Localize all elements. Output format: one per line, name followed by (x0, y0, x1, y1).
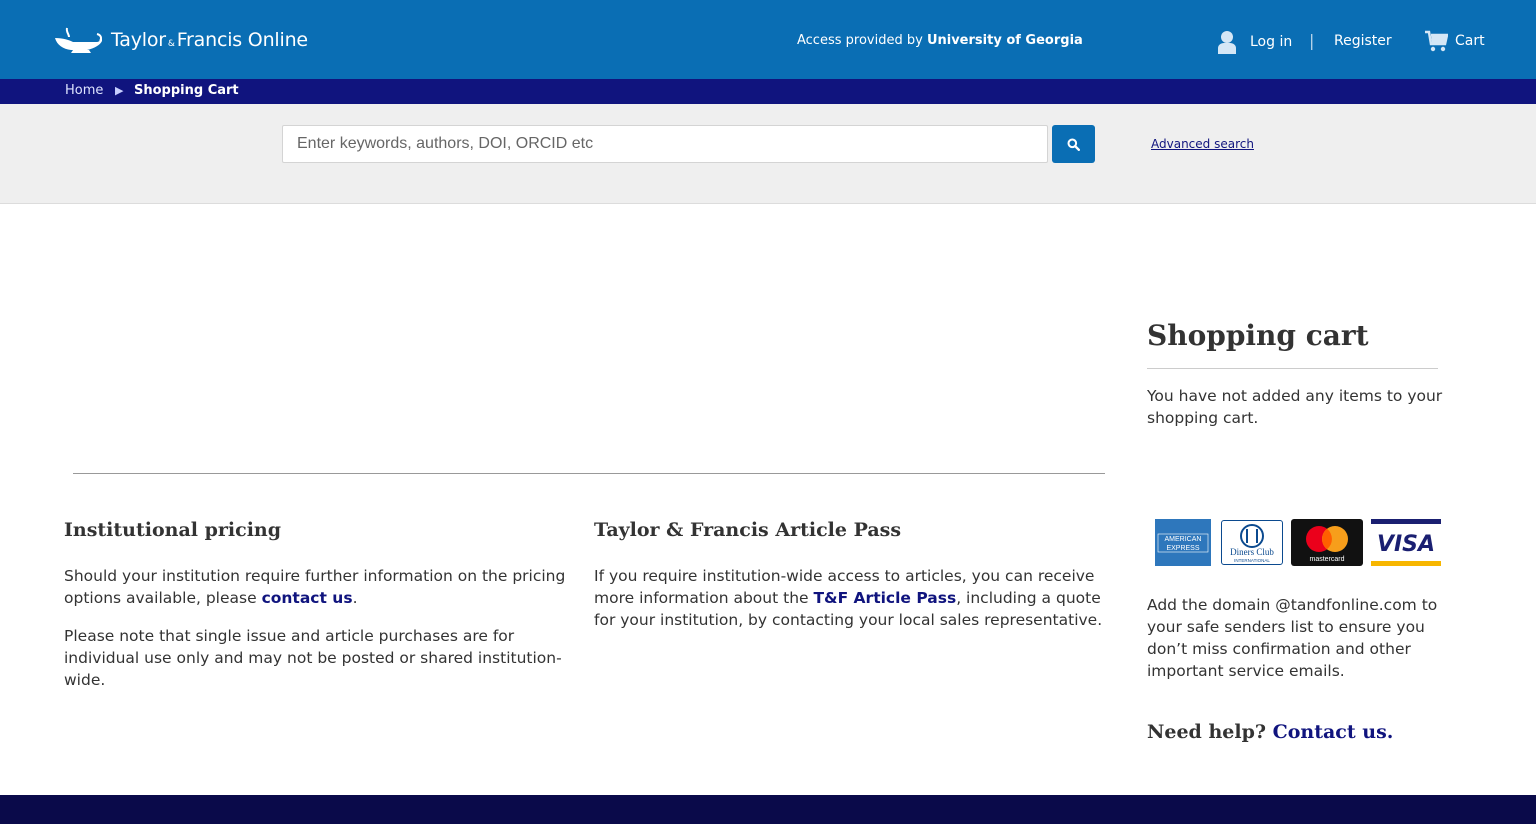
lamp-logo-icon (55, 27, 102, 53)
diners-club-card-icon: Diners Club INTERNATIONAL (1221, 520, 1283, 565)
user-icon (1218, 31, 1236, 54)
search-icon (1067, 138, 1080, 151)
institutional-pricing-text: Should your institution require further … (64, 567, 566, 607)
cart-empty-message: You have not added any items to your sho… (1147, 387, 1443, 427)
safe-senders-note: Add the domain @tandfonline.com to your … (1147, 596, 1438, 680)
search-bar: Advanced search (0, 104, 1536, 204)
amex-card-icon: AMERICAN EXPRESS (1147, 519, 1219, 566)
breadcrumb-home[interactable]: Home (65, 83, 103, 98)
svg-text:AMERICAN: AMERICAN (1165, 536, 1202, 543)
content-divider (73, 473, 1105, 474)
contact-us-link[interactable]: contact us (262, 589, 353, 607)
payment-cards: AMERICAN EXPRESS Diners Club INTERNATION… (1147, 519, 1441, 566)
search-button[interactable] (1052, 125, 1095, 163)
search-input[interactable] (282, 125, 1048, 163)
institutional-pricing-section: Institutional pricing Should your instit… (64, 517, 579, 707)
need-help: Need help? Contact us. (1147, 721, 1394, 743)
article-pass-link[interactable]: T&F Article Pass (813, 589, 956, 607)
breadcrumb-current: Shopping Cart (134, 83, 239, 98)
site-footer (0, 795, 1536, 824)
article-pass-section: Taylor & Francis Article Pass If you req… (594, 517, 1119, 647)
access-institution: University of Georgia (926, 33, 1083, 48)
logo-text: Taylor & Francis Online (111, 29, 308, 51)
login-link[interactable]: Log in (1217, 30, 1292, 54)
article-pass-title: Taylor & Francis Article Pass (594, 519, 902, 541)
sidebar-divider (1147, 368, 1438, 369)
individual-use-note: Please note that single issue and articl… (64, 627, 562, 689)
institutional-pricing-title: Institutional pricing (64, 519, 282, 541)
advanced-search-link[interactable]: Advanced search (1151, 137, 1254, 151)
svg-text:INTERNATIONAL: INTERNATIONAL (1234, 558, 1270, 563)
svg-text:Diners Club: Diners Club (1230, 547, 1274, 557)
shopping-cart-title: Shopping cart (1147, 319, 1369, 352)
svg-text:EXPRESS: EXPRESS (1166, 545, 1199, 552)
svg-text:VISA: VISA (1377, 532, 1435, 557)
cart-label: Cart (1455, 33, 1485, 49)
breadcrumb: Home ▶ Shopping Cart (0, 79, 1536, 104)
register-link[interactable]: Register (1334, 33, 1392, 49)
breadcrumb-arrow-icon: ▶ (115, 84, 124, 97)
header-separator: | (1309, 31, 1315, 50)
login-label: Log in (1250, 34, 1293, 50)
svg-text:mastercard: mastercard (1309, 556, 1344, 563)
mastercard-card-icon: mastercard (1291, 519, 1363, 566)
cart-link[interactable]: Cart (1425, 30, 1485, 52)
article-pass-text: If you require institution-wide access t… (594, 567, 1103, 629)
cart-icon (1425, 30, 1448, 52)
site-header: Taylor & Francis Online Access provided by… (0, 0, 1536, 79)
help-contact-link[interactable]: Contact us. (1273, 721, 1394, 743)
site-logo[interactable]: Taylor & Francis Online (53, 24, 308, 56)
visa-card-icon: VISA (1371, 519, 1441, 566)
access-provided-text: Access provided by University of Georgia (797, 33, 1083, 48)
